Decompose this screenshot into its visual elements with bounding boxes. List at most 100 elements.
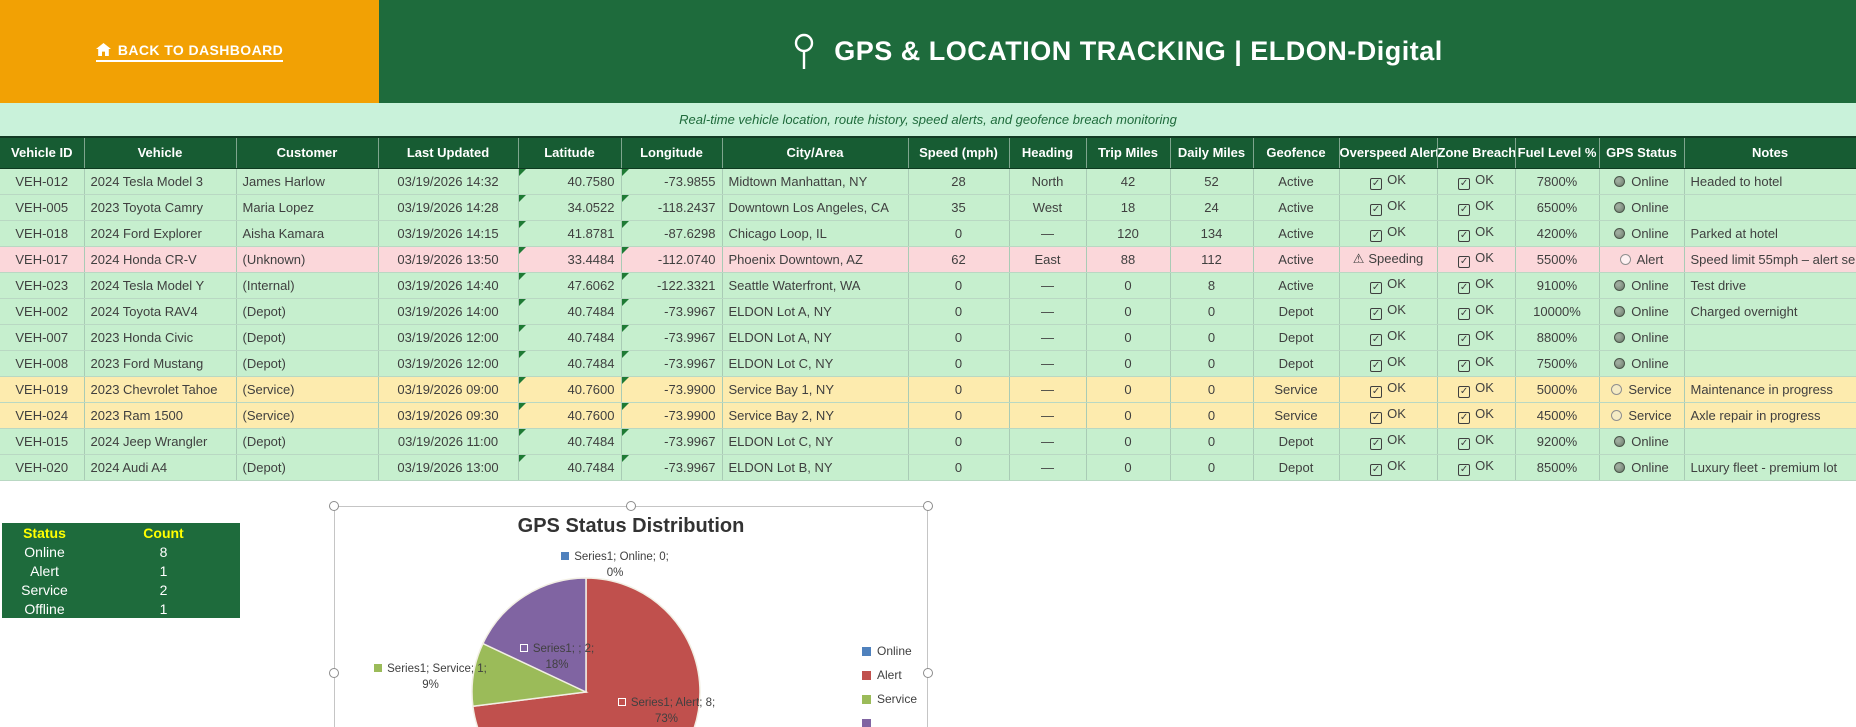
legend-item[interactable]	[862, 716, 932, 727]
cell-notes[interactable]: Luxury fleet - premium lot	[1684, 454, 1856, 481]
cell-notes[interactable]: Headed to hotel	[1684, 168, 1856, 195]
cell-gps[interactable]: Online	[1599, 272, 1685, 299]
cell-heading[interactable]: North	[1009, 168, 1087, 195]
cell-customer[interactable]: (Depot)	[236, 324, 379, 351]
cell-speed[interactable]: 28	[908, 168, 1010, 195]
cell-gps[interactable]: Online	[1599, 194, 1685, 221]
cell-geofence[interactable]: Active	[1253, 272, 1340, 299]
cell-geofence[interactable]: Active	[1253, 194, 1340, 221]
column-header-notes[interactable]: Notes	[1684, 137, 1856, 169]
cell-zone[interactable]: ✓ OK	[1437, 376, 1516, 403]
cell-geofence[interactable]: Service	[1253, 376, 1340, 403]
cell-lon[interactable]: -118.2437	[621, 194, 723, 221]
cell-gps[interactable]: Online	[1599, 324, 1685, 351]
cell-customer[interactable]: Aisha Kamara	[236, 220, 379, 247]
cell-zone[interactable]: ✓ OK	[1437, 246, 1516, 273]
cell-daily[interactable]: 0	[1170, 454, 1254, 481]
status-name-cell[interactable]: Alert	[2, 561, 87, 580]
cell-fuel[interactable]: 4500%	[1515, 402, 1600, 429]
column-header-daily[interactable]: Daily Miles	[1170, 137, 1254, 169]
column-header-zone[interactable]: Zone Breach	[1437, 137, 1516, 169]
cell-daily[interactable]: 112	[1170, 246, 1254, 273]
cell-updated[interactable]: 03/19/2026 14:32	[378, 168, 519, 195]
cell-id[interactable]: VEH-002	[0, 298, 85, 325]
back-to-dashboard-button[interactable]: BACK TO DASHBOARD	[95, 42, 284, 62]
cell-zone[interactable]: ✓ OK	[1437, 402, 1516, 429]
status-header-count[interactable]: Count	[87, 523, 240, 542]
column-header-overspeed[interactable]: Overspeed Alert	[1339, 137, 1438, 169]
cell-lat[interactable]: 40.7484	[518, 428, 622, 455]
cell-city[interactable]: Chicago Loop, IL	[722, 220, 909, 247]
cell-vehicle[interactable]: 2023 Chevrolet Tahoe	[84, 376, 237, 403]
cell-gps[interactable]: Alert	[1599, 246, 1685, 273]
cell-zone[interactable]: ✓ OK	[1437, 194, 1516, 221]
status-header-status[interactable]: Status	[2, 523, 87, 542]
cell-vehicle[interactable]: 2024 Honda CR-V	[84, 246, 237, 273]
cell-customer[interactable]: (Service)	[236, 402, 379, 429]
cell-zone[interactable]: ✓ OK	[1437, 298, 1516, 325]
status-count-cell[interactable]: 8	[87, 542, 240, 561]
column-header-vehicle[interactable]: Vehicle	[84, 137, 237, 169]
cell-heading[interactable]: —	[1009, 428, 1087, 455]
cell-lat[interactable]: 40.7600	[518, 402, 622, 429]
cell-customer[interactable]: (Depot)	[236, 350, 379, 377]
cell-updated[interactable]: 03/19/2026 11:00	[378, 428, 519, 455]
cell-overspeed[interactable]: ✓ OK	[1339, 220, 1438, 247]
cell-overspeed[interactable]: ⚠ Speeding	[1339, 246, 1438, 273]
cell-heading[interactable]: —	[1009, 454, 1087, 481]
cell-id[interactable]: VEH-019	[0, 376, 85, 403]
cell-zone[interactable]: ✓ OK	[1437, 272, 1516, 299]
cell-updated[interactable]: 03/19/2026 13:50	[378, 246, 519, 273]
selection-handle-top-center[interactable]	[626, 501, 636, 511]
cell-overspeed[interactable]: ✓ OK	[1339, 298, 1438, 325]
column-header-city[interactable]: City/Area	[722, 137, 909, 169]
cell-id[interactable]: VEH-008	[0, 350, 85, 377]
column-header-heading[interactable]: Heading	[1009, 137, 1087, 169]
cell-speed[interactable]: 0	[908, 376, 1010, 403]
cell-vehicle[interactable]: 2023 Toyota Camry	[84, 194, 237, 221]
cell-id[interactable]: VEH-018	[0, 220, 85, 247]
data-label-alert[interactable]: Series1; Alert; 8; 73%	[584, 695, 749, 727]
cell-id[interactable]: VEH-023	[0, 272, 85, 299]
cell-lon[interactable]: -112.0740	[621, 246, 723, 273]
cell-city[interactable]: ELDON Lot A, NY	[722, 324, 909, 351]
cell-lat[interactable]: 40.7484	[518, 324, 622, 351]
cell-fuel[interactable]: 8800%	[1515, 324, 1600, 351]
cell-id[interactable]: VEH-015	[0, 428, 85, 455]
cell-zone[interactable]: ✓ OK	[1437, 324, 1516, 351]
cell-fuel[interactable]: 10000%	[1515, 298, 1600, 325]
cell-customer[interactable]: Maria Lopez	[236, 194, 379, 221]
cell-city[interactable]: Phoenix Downtown, AZ	[722, 246, 909, 273]
cell-heading[interactable]: West	[1009, 194, 1087, 221]
cell-geofence[interactable]: Service	[1253, 402, 1340, 429]
status-count-cell[interactable]: 1	[87, 599, 240, 618]
cell-daily[interactable]: 0	[1170, 428, 1254, 455]
selection-handle-middle-right[interactable]	[923, 668, 933, 678]
column-header-geofence[interactable]: Geofence	[1253, 137, 1340, 169]
cell-notes[interactable]: Parked at hotel	[1684, 220, 1856, 247]
cell-notes[interactable]: Axle repair in progress	[1684, 402, 1856, 429]
cell-notes[interactable]	[1684, 428, 1856, 455]
cell-id[interactable]: VEH-017	[0, 246, 85, 273]
cell-lon[interactable]: -73.9855	[621, 168, 723, 195]
cell-fuel[interactable]: 9100%	[1515, 272, 1600, 299]
cell-daily[interactable]: 0	[1170, 350, 1254, 377]
cell-geofence[interactable]: Depot	[1253, 428, 1340, 455]
cell-trip[interactable]: 18	[1086, 194, 1171, 221]
cell-updated[interactable]: 03/19/2026 14:28	[378, 194, 519, 221]
cell-zone[interactable]: ✓ OK	[1437, 350, 1516, 377]
cell-notes[interactable]	[1684, 194, 1856, 221]
cell-vehicle[interactable]: 2024 Jeep Wrangler	[84, 428, 237, 455]
cell-zone[interactable]: ✓ OK	[1437, 428, 1516, 455]
data-label-online[interactable]: Series1; Online; 0; 0%	[500, 549, 730, 581]
cell-city[interactable]: ELDON Lot B, NY	[722, 454, 909, 481]
cell-speed[interactable]: 0	[908, 324, 1010, 351]
chart-legend[interactable]: Online Alert Service	[862, 644, 932, 727]
cell-daily[interactable]: 134	[1170, 220, 1254, 247]
cell-vehicle[interactable]: 2024 Ford Explorer	[84, 220, 237, 247]
cell-fuel[interactable]: 6500%	[1515, 194, 1600, 221]
selection-handle-middle-left[interactable]	[329, 668, 339, 678]
column-header-id[interactable]: Vehicle ID	[0, 137, 85, 169]
cell-speed[interactable]: 0	[908, 428, 1010, 455]
cell-lat[interactable]: 34.0522	[518, 194, 622, 221]
